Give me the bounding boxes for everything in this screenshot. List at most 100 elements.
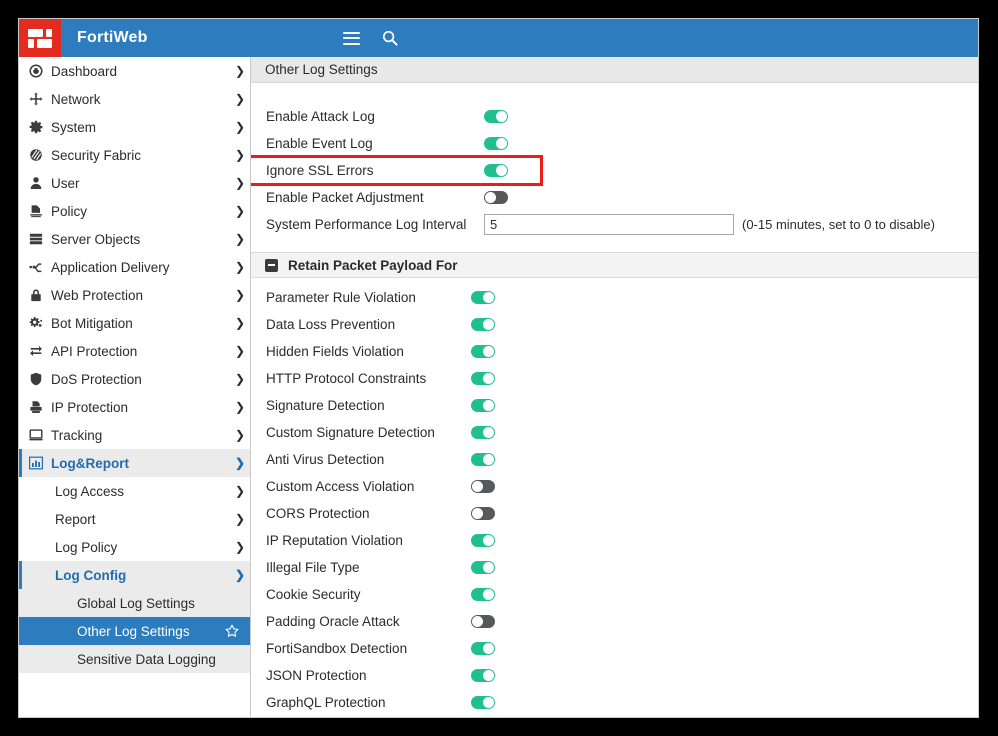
toggle-cookie-security[interactable] (471, 588, 495, 601)
toggle-data-loss-prevention[interactable] (471, 318, 495, 331)
sidebar-item-dashboard[interactable]: Dashboard ❯ (19, 57, 250, 85)
sidebar-item-label: System (51, 119, 97, 135)
payload-label: Parameter Rule Violation (266, 290, 416, 305)
toggle-custom-signature-detection[interactable] (471, 426, 495, 439)
chevron-right-icon: ❯ (234, 372, 246, 386)
sidebar-item-ip-protection[interactable]: IP Protection ❯ (19, 393, 250, 421)
sidebar-item-label: Other Log Settings (77, 623, 190, 639)
payload-row-anti-virus-detection: Anti Virus Detection (251, 446, 978, 473)
payload-label: FortiSandbox Detection (266, 641, 408, 656)
sidebar-item-report[interactable]: Report ❯ (19, 505, 250, 533)
sidebar-item-label: IP Protection (51, 399, 129, 415)
sidebar-item-label: DoS Protection (51, 371, 142, 387)
sidebar-item-policy[interactable]: Policy ❯ (19, 197, 250, 225)
chevron-right-icon: ❯ (234, 176, 246, 190)
payload-row-json-protection: JSON Protection (251, 662, 978, 689)
chevron-right-icon: ❯ (234, 344, 246, 358)
move-arrows-icon (29, 92, 51, 106)
payload-row-illegal-file-type: Illegal File Type (251, 554, 978, 581)
payload-label: HTTP Protocol Constraints (266, 371, 427, 386)
sidebar-item-api-protection[interactable]: API Protection ❯ (19, 337, 250, 365)
sidebar-item-label: Log Config (55, 567, 127, 583)
toggle-fortisandbox-detection[interactable] (471, 642, 495, 655)
toggle-cors-protection[interactable] (471, 507, 495, 520)
system-performance-log-interval-input[interactable] (484, 214, 734, 235)
hamburger-menu-icon[interactable] (342, 31, 360, 45)
chevron-right-icon: ❯ (234, 316, 246, 330)
search-icon[interactable] (382, 30, 398, 46)
sidebar-item-bot-mitigation[interactable]: Bot Mitigation ❯ (19, 309, 250, 337)
toggle-custom-access-violation[interactable] (471, 480, 495, 493)
toggle-graphql-protection[interactable] (471, 696, 495, 709)
sidebar-item-system[interactable]: System ❯ (19, 113, 250, 141)
toggle-ignore-ssl-errors[interactable] (484, 164, 508, 177)
toggle-json-protection[interactable] (471, 669, 495, 682)
toggle-hidden-fields-violation[interactable] (471, 345, 495, 358)
chevron-down-icon: ❯ (234, 456, 246, 470)
payload-label: Anti Virus Detection (266, 452, 385, 467)
setting-label: Enable Attack Log (266, 109, 375, 124)
document-stamp-icon (29, 204, 51, 218)
main-content-panel: Other Log Settings Enable Attack Log Enab… (251, 57, 978, 717)
sidebar-item-label: Application Delivery (51, 259, 170, 275)
sidebar-item-label: Policy (51, 203, 88, 219)
sidebar-item-security-fabric[interactable]: Security Fabric ❯ (19, 141, 250, 169)
setting-row-enable-packet-adjustment: Enable Packet Adjustment (251, 184, 978, 211)
sidebar-item-application-delivery[interactable]: Application Delivery ❯ (19, 253, 250, 281)
toggle-ip-reputation-violation[interactable] (471, 534, 495, 547)
chevron-down-icon: ❯ (234, 568, 246, 582)
sidebar-item-other-log-settings[interactable]: Other Log Settings (19, 617, 250, 645)
payload-row-parameter-rule-violation: Parameter Rule Violation (251, 284, 978, 311)
toggle-enable-event-log[interactable] (484, 137, 508, 150)
toggle-parameter-rule-violation[interactable] (471, 291, 495, 304)
sidebar-item-label: Report (55, 511, 96, 527)
chevron-right-icon: ❯ (234, 288, 246, 302)
minus-box-icon[interactable] (265, 258, 278, 272)
sidebar-item-log-policy[interactable]: Log Policy ❯ (19, 533, 250, 561)
setting-row-enable-event-log: Enable Event Log (251, 130, 978, 157)
sidebar-item-label: Server Objects (51, 231, 141, 247)
chevron-right-icon: ❯ (234, 512, 246, 526)
star-outline-icon[interactable] (224, 624, 240, 638)
toggle-padding-oracle-attack[interactable] (471, 615, 495, 628)
fortiweb-app-window: FortiWeb Dashboard ❯ Network ❯ System ❯ Securi… (18, 18, 979, 718)
sidebar-item-tracking[interactable]: Tracking ❯ (19, 421, 250, 449)
toggle-signature-detection[interactable] (471, 399, 495, 412)
sidebar-item-label: Tracking (51, 427, 103, 443)
sidebar-item-label: Security Fabric (51, 147, 142, 163)
payload-row-ip-reputation-violation: IP Reputation Violation (251, 527, 978, 554)
fortinet-logo-icon (19, 19, 61, 57)
server-stack-icon (29, 232, 51, 246)
toggle-anti-virus-detection[interactable] (471, 453, 495, 466)
sidebar-item-log-config[interactable]: Log Config ❯ (19, 561, 250, 589)
sidebar-item-dos-protection[interactable]: DoS Protection ❯ (19, 365, 250, 393)
printer-icon (29, 400, 51, 414)
sidebar-item-server-objects[interactable]: Server Objects ❯ (19, 225, 250, 253)
payload-label: JSON Protection (266, 668, 367, 683)
toggle-http-protocol-constraints[interactable] (471, 372, 495, 385)
page-title: Other Log Settings (251, 57, 978, 83)
toggle-enable-attack-log[interactable] (484, 110, 508, 123)
lock-icon (29, 288, 51, 302)
payload-row-custom-signature-detection: Custom Signature Detection (251, 419, 978, 446)
sidebar-item-user[interactable]: User ❯ (19, 169, 250, 197)
setting-label: Ignore SSL Errors (266, 163, 374, 178)
payload-label: IP Reputation Violation (266, 533, 403, 548)
payload-label: Data Loss Prevention (266, 317, 396, 332)
sidebar-item-network[interactable]: Network ❯ (19, 85, 250, 113)
chevron-right-icon: ❯ (234, 540, 246, 554)
payload-row-http-protocol-constraints: HTTP Protocol Constraints (251, 365, 978, 392)
chevron-right-icon: ❯ (234, 484, 246, 498)
toggle-illegal-file-type[interactable] (471, 561, 495, 574)
toggle-enable-packet-adjustment[interactable] (484, 191, 508, 204)
sidebar-item-log-report[interactable]: Log&Report ❯ (19, 449, 250, 477)
sidebar-item-label: Dashboard (51, 63, 118, 79)
payload-row-data-loss-prevention: Data Loss Prevention (251, 311, 978, 338)
sidebar-item-log-access[interactable]: Log Access ❯ (19, 477, 250, 505)
sidebar-item-global-log-settings[interactable]: Global Log Settings (19, 589, 250, 617)
payload-label: GraphQL Protection (266, 695, 386, 710)
sidebar-item-web-protection[interactable]: Web Protection ❯ (19, 281, 250, 309)
sidebar-item-sensitive-data-logging[interactable]: Sensitive Data Logging (19, 645, 250, 673)
striped-circle-icon (29, 148, 51, 162)
sidebar-item-label: User (51, 175, 80, 191)
